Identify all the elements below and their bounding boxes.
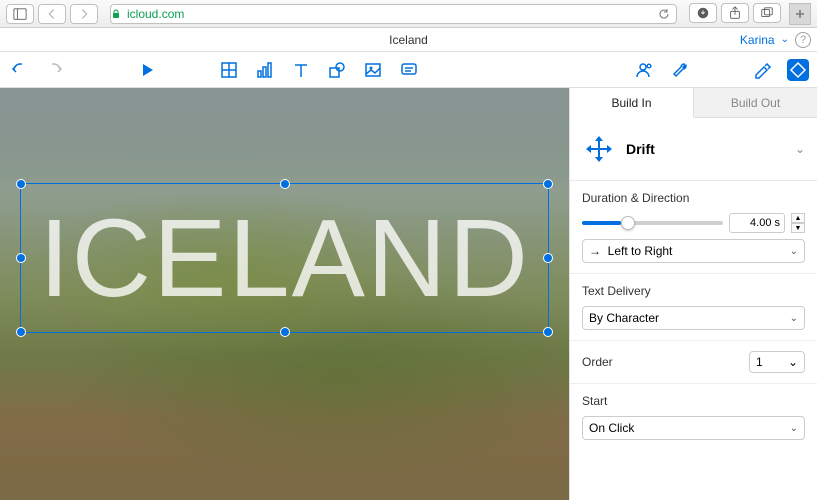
slider-thumb[interactable] [621,216,635,230]
browser-chrome: icloud.com [0,0,817,28]
resize-handle[interactable] [16,327,26,337]
drift-icon [582,132,616,166]
url-text: icloud.com [127,7,184,21]
format-panel-button[interactable] [751,59,773,81]
chart-insert-button[interactable] [254,59,276,81]
resize-handle[interactable] [543,327,553,337]
undo-button[interactable] [8,59,30,81]
lock-icon [111,9,121,19]
nav-back-button[interactable] [38,4,66,24]
resize-handle[interactable] [16,253,26,263]
chevron-down-icon: ⌄ [790,246,798,257]
resize-handle[interactable] [280,179,290,189]
start-label: Start [582,394,805,408]
user-name-link[interactable]: Karina [740,33,775,47]
slide-title-text: ICELAND [39,195,530,322]
resize-handle[interactable] [16,179,26,189]
add-people-button[interactable] [633,59,655,81]
document-title: Iceland [389,33,428,47]
text-delivery-value: By Character [589,311,659,325]
reload-icon[interactable] [658,8,670,20]
effect-selector[interactable]: Drift ⌄ [570,118,817,181]
slide-canvas[interactable]: ICELAND [0,88,569,500]
start-select[interactable]: On Click ⌄ [582,416,805,440]
downloads-button[interactable] [689,3,717,23]
effect-name: Drift [626,141,655,157]
help-button[interactable]: ? [795,32,811,48]
toolbar [0,52,817,88]
image-insert-button[interactable] [362,59,384,81]
direction-value: Left to Right [608,244,673,258]
resize-handle[interactable] [280,327,290,337]
chevron-down-icon: ⌄ [790,423,798,434]
direction-select[interactable]: → Left to Right ⌄ [582,239,805,263]
selected-text-box[interactable]: ICELAND [20,183,549,333]
tools-button[interactable] [669,59,691,81]
order-label: Order [582,355,613,369]
resize-handle[interactable] [543,253,553,263]
chevron-down-icon: ⌄ [788,355,798,369]
duration-step-up[interactable]: ▲ [791,213,805,223]
sidebar-toggle-button[interactable] [6,4,34,24]
order-select[interactable]: 1 ⌄ [749,351,805,373]
resize-handle[interactable] [543,179,553,189]
tab-build-out[interactable]: Build Out [694,88,817,118]
tab-build-in[interactable]: Build In [570,88,694,118]
text-insert-button[interactable] [290,59,312,81]
shape-insert-button[interactable] [326,59,348,81]
comment-insert-button[interactable] [398,59,420,81]
share-button[interactable] [721,3,749,23]
url-bar[interactable]: icloud.com [110,4,677,24]
play-button[interactable] [136,59,158,81]
animate-panel-button[interactable] [787,59,809,81]
user-menu-chevron-icon[interactable]: ⌄ [781,34,789,45]
chevron-down-icon: ⌄ [795,142,805,156]
text-delivery-label: Text Delivery [582,284,805,298]
table-insert-button[interactable] [218,59,240,81]
title-bar: Iceland Karina ⌄ ? [0,28,817,52]
inspector-panel: Build In Build Out Drift ⌄ Duration & Di… [569,88,817,500]
tabs-button[interactable] [753,3,781,23]
duration-slider[interactable] [582,221,723,225]
duration-step-down[interactable]: ▼ [791,223,805,233]
start-value: On Click [589,421,634,435]
text-delivery-select[interactable]: By Character ⌄ [582,306,805,330]
chevron-down-icon: ⌄ [790,313,798,324]
nav-forward-button[interactable] [70,4,98,24]
new-tab-button[interactable] [789,3,811,25]
redo-button[interactable] [44,59,66,81]
order-value: 1 [756,355,763,369]
duration-label: Duration & Direction [582,191,805,205]
duration-input[interactable] [729,213,785,233]
